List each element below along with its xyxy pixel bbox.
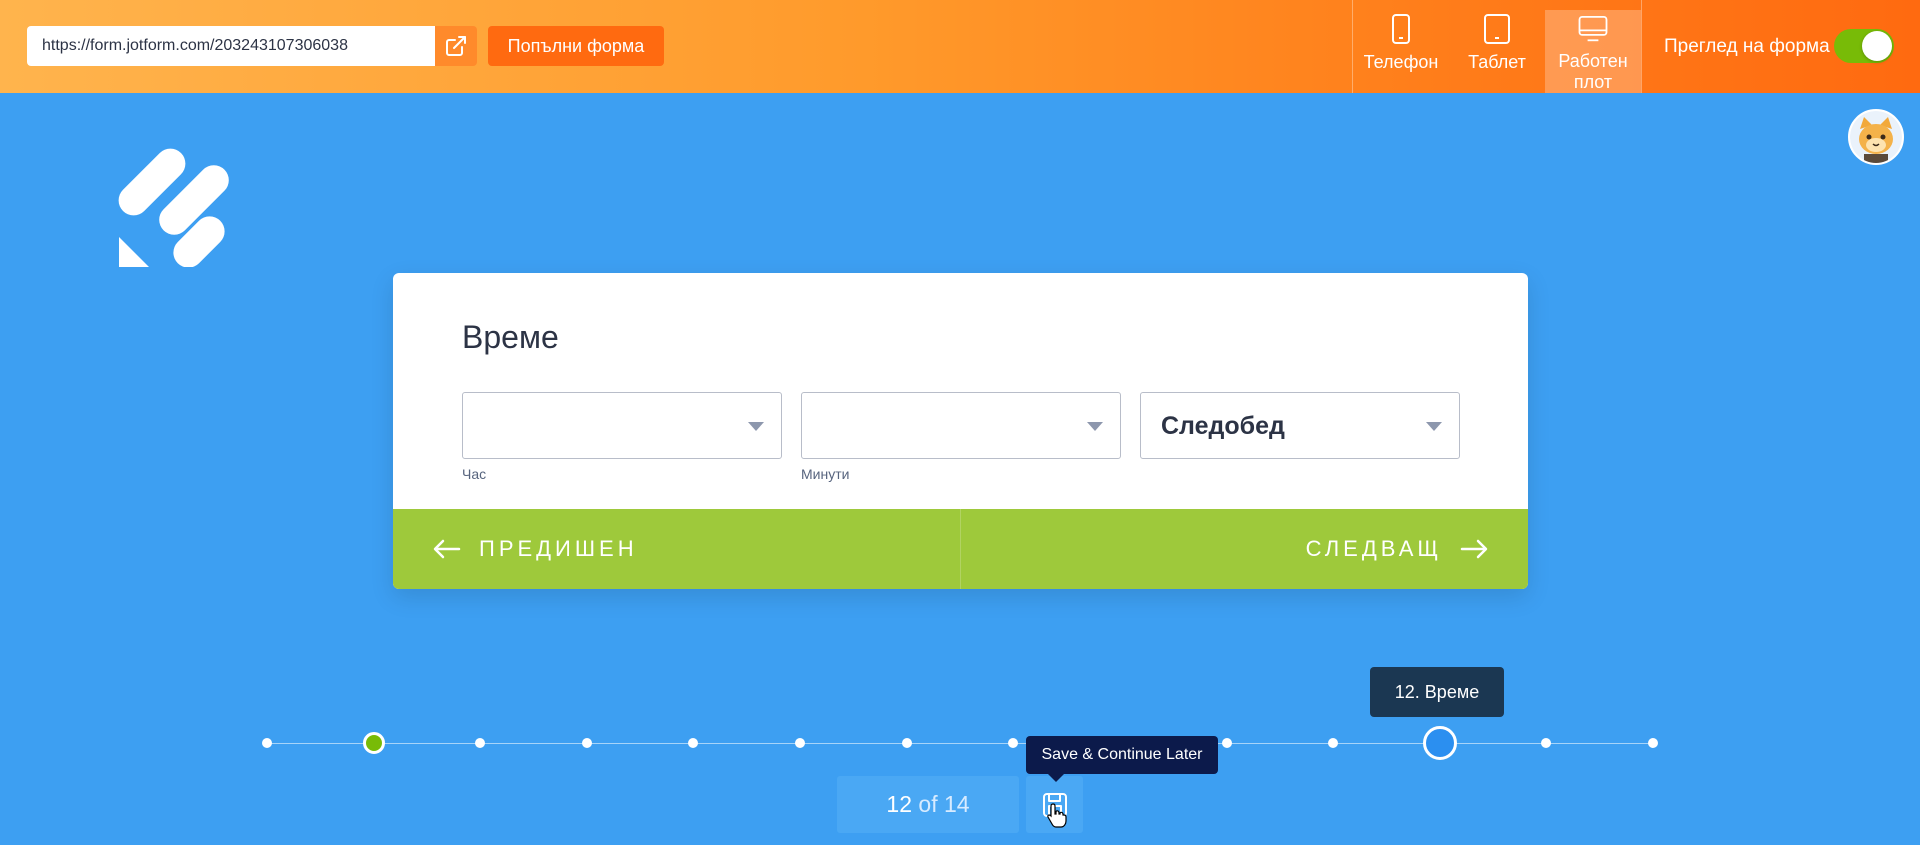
device-phone-button[interactable]: Телефон (1353, 0, 1449, 93)
cat-avatar-icon (1850, 111, 1902, 163)
progress-step-13[interactable] (1541, 738, 1552, 748)
progress-step-3[interactable] (475, 738, 486, 748)
desktop-icon (1578, 16, 1608, 42)
chevron-down-icon (1087, 422, 1103, 431)
device-phone-label: Телефон (1363, 52, 1439, 72)
phone-icon (1392, 14, 1410, 44)
question-title: Време (462, 319, 559, 355)
minutes-sublabel: Минути (801, 466, 850, 482)
previous-button-label: ПРЕДИШЕН (479, 536, 638, 561)
chevron-down-icon (748, 422, 764, 431)
tablet-icon (1484, 14, 1510, 44)
hour-sublabel: Час (462, 466, 487, 482)
form-preview-toggle[interactable] (1834, 29, 1894, 63)
brand-logo (117, 137, 237, 268)
preview-toolbar: https://form.jotform.com/203243107306038… (0, 0, 1920, 93)
arrow-left-icon (433, 539, 461, 559)
open-in-new-tab-button[interactable] (435, 26, 477, 66)
arrow-right-icon (1460, 539, 1488, 559)
chevron-down-icon (1426, 422, 1442, 431)
progress-step-11[interactable] (1328, 738, 1339, 748)
device-desktop-button[interactable]: Работен плот (1545, 10, 1641, 93)
progress-step-10[interactable] (1221, 738, 1232, 748)
save-continue-later-tooltip: Save & Continue Later (1026, 736, 1218, 782)
progress-step-8[interactable] (1008, 738, 1019, 748)
device-tablet-button[interactable]: Таблет (1449, 0, 1545, 93)
progress-step-6[interactable] (795, 738, 806, 748)
external-link-icon (446, 36, 466, 56)
progress-step-7[interactable] (901, 738, 912, 748)
ampm-select[interactable]: Следобед (1140, 392, 1460, 459)
form-url-field[interactable]: https://form.jotform.com/203243107306038 (27, 26, 435, 66)
ampm-select-value: Следобед (1161, 412, 1285, 440)
form-preview-label: Преглед на форма (1664, 36, 1830, 57)
device-tablet-label: Таблет (1468, 52, 1526, 72)
progress-step-5[interactable] (688, 738, 699, 748)
hour-select[interactable] (462, 392, 782, 459)
progress-step-12[interactable] (1422, 726, 1457, 760)
toggle-knob (1862, 31, 1892, 61)
progress-step-2[interactable] (362, 732, 385, 754)
previous-button[interactable]: ПРЕДИШЕН (393, 509, 961, 589)
navigation-bar: ПРЕДИШЕН СЛЕДВАЩ (393, 509, 1528, 589)
assistant-avatar[interactable] (1848, 109, 1904, 165)
next-button[interactable]: СЛЕДВАЩ (961, 509, 1529, 589)
progress-step-1[interactable] (262, 738, 272, 748)
page-counter: 12 of 14 (837, 776, 1019, 833)
progress-step-14[interactable] (1648, 738, 1658, 748)
hand-cursor-icon (1047, 803, 1067, 828)
current-page-number: 12 (886, 791, 913, 817)
current-step-tooltip: 12. Време (1370, 667, 1504, 717)
progress-step-4[interactable] (581, 738, 592, 748)
minutes-select[interactable] (801, 392, 1121, 459)
fill-form-button[interactable]: Попълни форма (488, 26, 664, 66)
device-switcher: Телефон Таблет Работен плот (1352, 0, 1642, 93)
jotform-logo-icon (118, 148, 229, 268)
device-desktop-label: Работен плот (1558, 51, 1628, 92)
page-total-text: of 14 (918, 791, 970, 817)
next-button-label: СЛЕДВАЩ (1305, 536, 1442, 561)
form-question-card: Време Час Минути Следобед ПРЕДИШЕН СЛЕДВ… (393, 273, 1528, 589)
